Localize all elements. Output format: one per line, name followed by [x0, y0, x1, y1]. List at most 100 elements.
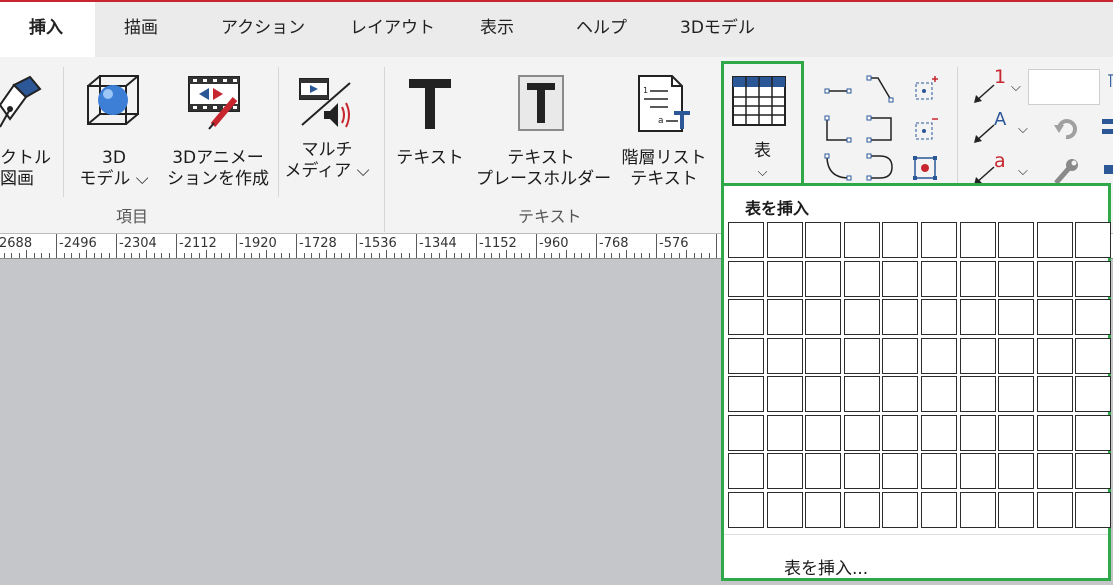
- table-grid-cell[interactable]: [805, 414, 842, 451]
- table-grid-cell[interactable]: [998, 337, 1035, 374]
- table-grid-cell[interactable]: [728, 453, 764, 489]
- table-grid-cell[interactable]: [805, 491, 842, 528]
- tab-layout[interactable]: レイアウト: [350, 2, 435, 57]
- table-grid-cell[interactable]: [843, 260, 880, 297]
- table-grid-cell[interactable]: [998, 491, 1035, 528]
- table-grid-cell[interactable]: [843, 414, 880, 451]
- table-grid-cell[interactable]: [1036, 337, 1073, 374]
- tab-help[interactable]: ヘルプ: [576, 2, 627, 57]
- table-grid-cell[interactable]: [1075, 491, 1112, 528]
- table-grid-cell[interactable]: [1075, 453, 1112, 489]
- chevron-down-icon[interactable]: ⌵: [1011, 77, 1021, 98]
- callout-value-input[interactable]: [1028, 69, 1100, 105]
- bracket-connector-icon[interactable]: [866, 115, 894, 143]
- table-grid-cell[interactable]: [882, 491, 919, 528]
- table-grid-cell[interactable]: [921, 376, 957, 412]
- table-grid-cell[interactable]: [843, 222, 880, 258]
- table-grid-cell[interactable]: [959, 414, 996, 451]
- table-grid-cell[interactable]: [921, 222, 957, 258]
- table-grid-cell[interactable]: [1075, 337, 1112, 374]
- table-grid-cell[interactable]: [1036, 376, 1073, 412]
- insert-table-button[interactable]: 表 ⌵: [721, 61, 804, 187]
- table-grid-cell[interactable]: [1075, 260, 1112, 297]
- table-grid-cell[interactable]: [1036, 299, 1073, 335]
- table-grid-cell[interactable]: [998, 260, 1035, 297]
- table-grid-cell[interactable]: [882, 222, 919, 258]
- list-style-icon[interactable]: [1102, 119, 1113, 124]
- table-grid-cell[interactable]: [921, 491, 957, 528]
- table-grid-cell[interactable]: [921, 414, 957, 451]
- table-grid-cell[interactable]: [805, 222, 842, 258]
- table-grid-cell[interactable]: [882, 414, 919, 451]
- table-grid-cell[interactable]: [1075, 376, 1112, 412]
- anchor-point-icon[interactable]: [910, 153, 940, 183]
- insert-table-menu-item[interactable]: 表を挿入...: [784, 554, 868, 579]
- table-grid-cell[interactable]: [1036, 414, 1073, 451]
- chevron-down-icon[interactable]: ⌵: [1018, 119, 1028, 140]
- table-grid-cell[interactable]: [728, 337, 764, 374]
- table-grid-cell[interactable]: [1036, 222, 1073, 258]
- table-grid-cell[interactable]: [882, 260, 919, 297]
- table-grid-cell[interactable]: [1075, 299, 1112, 335]
- table-grid-cell[interactable]: [959, 299, 996, 335]
- shape-style-icon[interactable]: [1104, 165, 1113, 174]
- undo-icon[interactable]: [1052, 115, 1080, 143]
- table-grid-cell[interactable]: [766, 299, 803, 335]
- table-grid-cell[interactable]: [959, 222, 996, 258]
- table-grid-cell[interactable]: [998, 299, 1035, 335]
- table-grid-cell[interactable]: [728, 414, 764, 451]
- table-grid-cell[interactable]: [805, 376, 842, 412]
- elbow-connector-icon[interactable]: [824, 115, 852, 143]
- diagonal-connector-icon[interactable]: [866, 75, 894, 103]
- tab-draw[interactable]: 描画: [124, 2, 158, 57]
- table-grid-cell[interactable]: [1075, 222, 1112, 258]
- table-grid-cell[interactable]: [728, 260, 764, 297]
- tab-view[interactable]: 表示: [480, 2, 514, 57]
- table-grid-cell[interactable]: [766, 376, 803, 412]
- table-grid-cell[interactable]: [843, 453, 880, 489]
- table-grid-cell[interactable]: [843, 337, 880, 374]
- table-grid-cell[interactable]: [728, 376, 764, 412]
- table-grid-cell[interactable]: [766, 453, 803, 489]
- table-grid-cell[interactable]: [728, 299, 764, 335]
- table-grid-cell[interactable]: [766, 222, 803, 258]
- table-grid-cell[interactable]: [882, 299, 919, 335]
- table-grid-cell[interactable]: [805, 299, 842, 335]
- table-grid-cell[interactable]: [1036, 260, 1073, 297]
- curved-bracket-connector-icon[interactable]: [866, 153, 894, 181]
- table-grid-cell[interactable]: [1075, 414, 1112, 451]
- table-grid-cell[interactable]: [843, 376, 880, 412]
- table-grid-cell[interactable]: [998, 453, 1035, 489]
- tab-action[interactable]: アクション: [221, 2, 305, 57]
- table-grid-cell[interactable]: [766, 260, 803, 297]
- curved-connector-icon[interactable]: [824, 153, 852, 181]
- table-grid-cell[interactable]: [882, 453, 919, 489]
- table-grid-cell[interactable]: [805, 260, 842, 297]
- text-size-icon[interactable]: ⊺: [1106, 71, 1113, 92]
- table-grid-cell[interactable]: [959, 491, 996, 528]
- table-grid-cell[interactable]: [766, 491, 803, 528]
- anchor-point-add-icon[interactable]: [910, 75, 940, 105]
- table-grid-cell[interactable]: [1036, 491, 1073, 528]
- table-grid-cell[interactable]: [959, 453, 996, 489]
- table-grid-cell[interactable]: [959, 260, 996, 297]
- table-grid-cell[interactable]: [998, 414, 1035, 451]
- table-grid-cell[interactable]: [998, 222, 1035, 258]
- table-grid-cell[interactable]: [728, 222, 764, 258]
- table-grid-cell[interactable]: [959, 337, 996, 374]
- table-grid-cell[interactable]: [882, 376, 919, 412]
- table-grid-cell[interactable]: [805, 453, 842, 489]
- table-grid-cell[interactable]: [921, 260, 957, 297]
- tab-3d-model[interactable]: 3Dモデル: [680, 2, 755, 57]
- table-grid-cell[interactable]: [921, 337, 957, 374]
- table-grid-cell[interactable]: [843, 299, 880, 335]
- chevron-down-icon[interactable]: ⌵: [1018, 161, 1028, 182]
- table-grid-cell[interactable]: [882, 337, 919, 374]
- table-grid-cell[interactable]: [959, 376, 996, 412]
- straight-connector-icon[interactable]: [824, 81, 852, 101]
- table-grid-cell[interactable]: [766, 414, 803, 451]
- table-grid-cell[interactable]: [728, 491, 764, 528]
- table-grid-cell[interactable]: [1036, 453, 1073, 489]
- table-grid-cell[interactable]: [766, 337, 803, 374]
- table-grid-cell[interactable]: [843, 491, 880, 528]
